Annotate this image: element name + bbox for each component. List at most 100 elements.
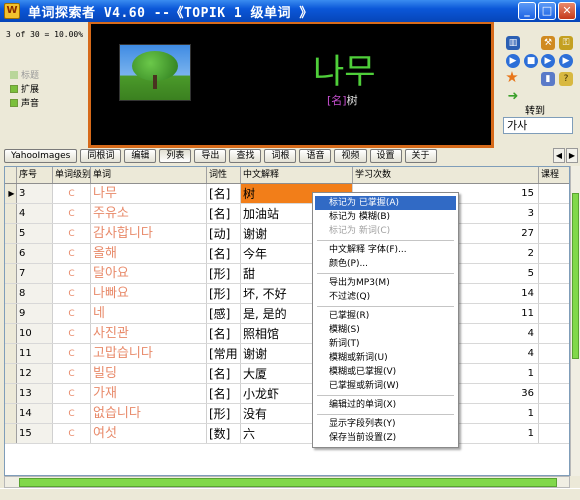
word-root-button[interactable]: 词根 [264, 149, 297, 163]
cell-level[interactable]: C [53, 424, 91, 443]
cell-word[interactable]: 여섯 [91, 424, 207, 443]
cell-word[interactable]: 빌딩 [91, 364, 207, 383]
table-row[interactable]: 6 C 올해 [名] 今年 2 [5, 244, 569, 264]
export-button[interactable]: 导出 [194, 149, 227, 163]
cell-word[interactable]: 사진관 [91, 324, 207, 343]
cell-word[interactable]: 가재 [91, 384, 207, 403]
cell-pos[interactable]: [名] [207, 364, 241, 383]
table-row[interactable]: 9 C 네 [感] 是, 是的 11 [5, 304, 569, 324]
cell-lesson[interactable] [539, 424, 569, 443]
cell-no[interactable]: 4 [17, 204, 53, 223]
cell-level[interactable]: C [53, 344, 91, 363]
extended-checkbox[interactable]: 扩展 [10, 82, 39, 95]
minimize-button[interactable]: _ [518, 2, 536, 20]
context-menu-item[interactable]: 已掌握或新词(W) [315, 379, 456, 393]
header-word[interactable]: 单词 [91, 167, 207, 183]
cell-pos[interactable]: [形] [207, 264, 241, 283]
cell-word[interactable]: 올해 [91, 244, 207, 263]
cell-word[interactable]: 감사합니다 [91, 224, 207, 243]
chart-icon[interactable]: ▮ [541, 72, 555, 86]
context-menu-item[interactable]: 颜色(P)... [315, 257, 456, 271]
play-icon[interactable]: ▶ [559, 54, 573, 68]
cell-lesson[interactable] [539, 304, 569, 323]
header-pos[interactable]: 词性 [207, 167, 241, 183]
cell-word[interactable]: 고맙습니다 [91, 344, 207, 363]
table-row[interactable]: 10 C 사진관 [名] 照相馆 4 [5, 324, 569, 344]
stop-icon[interactable]: ■ [524, 54, 538, 68]
cell-pos[interactable]: [名] [207, 244, 241, 263]
context-menu-item[interactable]: 编辑过的单词(X) [315, 398, 456, 412]
vertical-scrollbar[interactable] [570, 166, 580, 476]
cell-pos[interactable]: [名] [207, 184, 241, 203]
cell-lesson[interactable] [539, 404, 569, 423]
cell-level[interactable]: C [53, 244, 91, 263]
cell-word[interactable]: 달아요 [91, 264, 207, 283]
context-menu-item[interactable]: 已掌握(R) [315, 309, 456, 323]
cell-pos[interactable]: [动] [207, 224, 241, 243]
cell-lesson[interactable] [539, 204, 569, 223]
cell-level[interactable]: C [53, 364, 91, 383]
cell-level[interactable]: C [53, 324, 91, 343]
cell-no[interactable]: 10 [17, 324, 53, 343]
context-menu-item[interactable]: 保存当前设置(Z) [315, 431, 456, 445]
play-icon[interactable]: ▶ [506, 54, 520, 68]
table-row[interactable]: ▶ 3 C 나무 [名] 树 15 [5, 184, 569, 204]
title-bar[interactable]: W 单词探索者 V4.60 --《TOPIK 1 级单词 》 [0, 0, 580, 22]
lock-icon[interactable]: ⚿ [559, 36, 573, 50]
cell-lesson[interactable] [539, 284, 569, 303]
table-row[interactable]: 5 C 감사합니다 [动] 谢谢 27 [5, 224, 569, 244]
checkbox-box[interactable] [10, 70, 18, 79]
sound-checkbox[interactable]: 声音 [10, 96, 39, 109]
next-icon[interactable]: ▶ [541, 54, 555, 68]
arrow-right-icon[interactable]: ➜ [506, 90, 520, 104]
flashcard-display[interactable]: 나무 [名]树 [88, 22, 494, 148]
cell-pos[interactable]: [数] [207, 424, 241, 443]
context-menu-item[interactable]: 中文解释 字体(F)... [315, 243, 456, 257]
context-menu-item[interactable]: 新词(T) [315, 337, 456, 351]
horizontal-scroll-thumb[interactable] [19, 478, 557, 487]
context-menu-item[interactable]: 不过滤(Q) [315, 290, 456, 304]
cell-level[interactable]: C [53, 264, 91, 283]
context-menu-item[interactable]: 模糊或已掌握(V) [315, 365, 456, 379]
table-row[interactable]: 7 C 달아요 [形] 甜 5 [5, 264, 569, 284]
cell-lesson[interactable] [539, 264, 569, 283]
table-row[interactable]: 4 C 주유소 [名] 加油站 3 [5, 204, 569, 224]
settings-button[interactable]: 设置 [369, 149, 402, 163]
context-menu-item[interactable]: 标记为 已掌握(A) [315, 196, 456, 210]
cell-level[interactable]: C [53, 204, 91, 223]
context-menu-item[interactable]: 显示字段列表(Y) [315, 417, 456, 431]
header-lesson[interactable]: 课程 [539, 167, 569, 183]
cognates-button[interactable]: 同根词 [80, 149, 122, 163]
cell-pos[interactable]: [形] [207, 284, 241, 303]
cell-lesson[interactable] [539, 384, 569, 403]
cell-no[interactable]: 8 [17, 284, 53, 303]
table-row[interactable]: 13 C 가재 [名] 小龙虾 36 [5, 384, 569, 404]
context-menu-item[interactable]: 导出为MP3(M) [315, 276, 456, 290]
cell-lesson[interactable] [539, 224, 569, 243]
cell-level[interactable]: C [53, 224, 91, 243]
cell-level[interactable]: C [53, 284, 91, 303]
star-icon[interactable]: ★ [505, 70, 519, 85]
cell-no[interactable]: 7 [17, 264, 53, 283]
table-row[interactable]: 12 C 빌딩 [名] 大厦 1 [5, 364, 569, 384]
help-icon[interactable]: ? [559, 72, 573, 86]
header-meaning[interactable]: 中文解释 [241, 167, 353, 183]
cell-lesson[interactable] [539, 184, 569, 203]
toolbar-scroll-left[interactable]: ◀ [553, 148, 565, 163]
cell-level[interactable]: C [53, 404, 91, 423]
tools-icon[interactable]: ⚒ [541, 36, 555, 50]
voice-button[interactable]: 语音 [299, 149, 332, 163]
cell-no[interactable]: 11 [17, 344, 53, 363]
video-button[interactable]: 视频 [334, 149, 367, 163]
cell-pos[interactable]: [名] [207, 384, 241, 403]
cell-lesson[interactable] [539, 324, 569, 343]
cell-level[interactable]: C [53, 384, 91, 403]
checkbox-box[interactable] [10, 98, 18, 107]
cell-word[interactable]: 나무 [91, 184, 207, 203]
cell-no[interactable]: 13 [17, 384, 53, 403]
maximize-button[interactable]: □ [538, 2, 556, 20]
cell-pos[interactable]: [名] [207, 204, 241, 223]
cell-no[interactable]: 15 [17, 424, 53, 443]
cell-no[interactable]: 6 [17, 244, 53, 263]
cell-no[interactable]: 5 [17, 224, 53, 243]
